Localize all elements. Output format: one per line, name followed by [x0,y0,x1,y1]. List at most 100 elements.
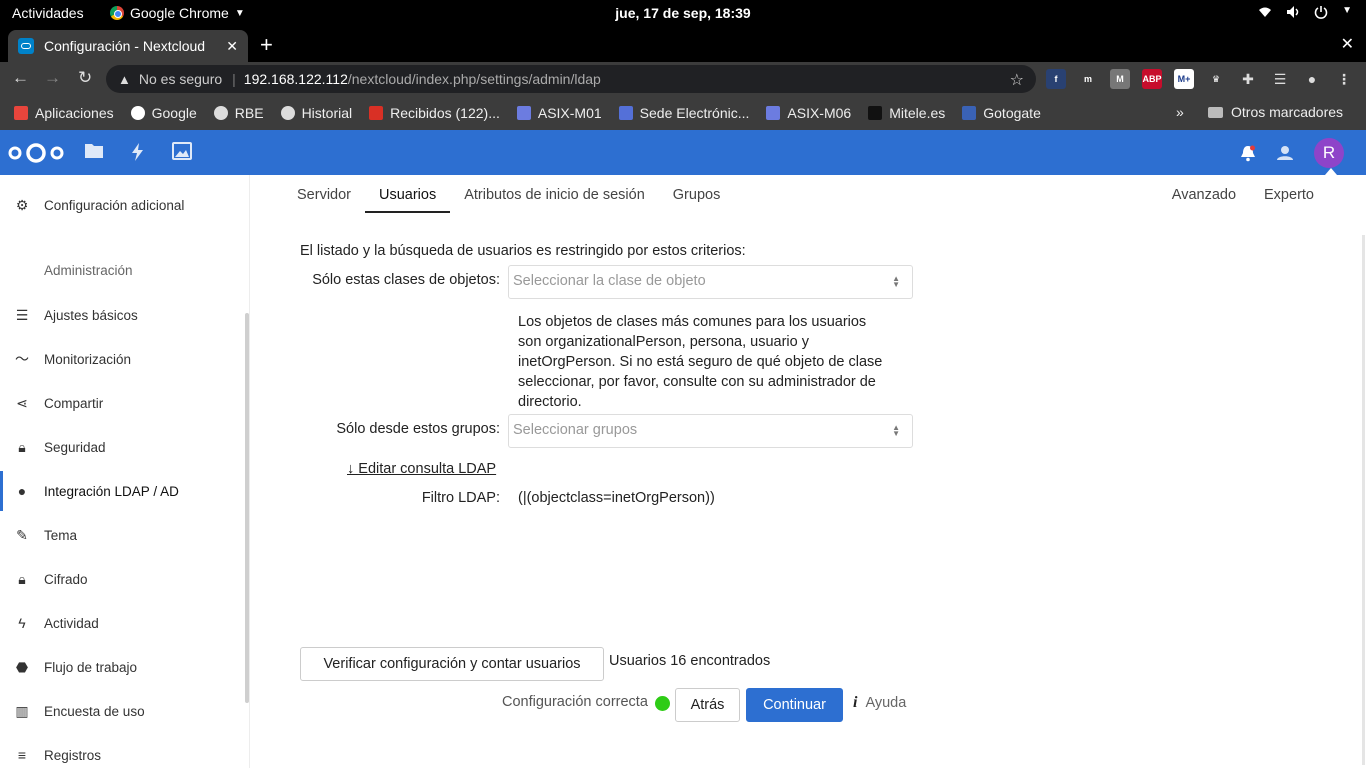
movistar-extension-icon[interactable]: M+ [1174,69,1194,89]
browser-tab[interactable]: Configuración - Nextcloud ✕ [8,30,248,62]
photos-icon[interactable] [172,142,192,160]
bookmark-item[interactable]: RBE [213,105,264,121]
reload-icon[interactable]: ↻ [78,68,92,88]
settings-sidebar: ⚙ Configuración adicional Administración… [0,175,250,768]
bookmark-item[interactable]: Gotogate [962,105,1041,121]
bookmark-item[interactable]: Sede Electrónic... [618,105,750,121]
wifi-icon [1259,7,1272,17]
forward-arrow-icon[interactable]: → [44,68,61,88]
sidebar-item[interactable]: 🔒︎ Cifrado [0,559,245,599]
google-icon [130,106,145,120]
tag-icon: ⬣ [15,658,29,675]
bookmark-star-icon[interactable]: ☆ [1010,70,1024,90]
sidebar-item[interactable]: ✎ Tema [0,515,245,555]
groups-select[interactable]: Seleccionar grupos ▲ ▼ [508,414,913,448]
verify-config-button[interactable]: Verificar configuración y contar usuario… [300,647,604,681]
browser-tab-strip: Configuración - Nextcloud ✕ + ✕ [0,28,1366,62]
help-link[interactable]: i Ayuda [853,694,906,712]
notifications-bell-icon[interactable] [1240,144,1256,162]
crown-extension-icon[interactable]: ♛ [1206,69,1226,89]
adblock-extension-icon[interactable]: ABP [1142,69,1162,89]
system-top-bar: Actividades Google Chrome ▼ jue, 17 de s… [0,0,1366,28]
sidebar-scrollbar[interactable] [245,313,249,703]
content-scrollbar[interactable] [1362,235,1365,765]
sidebar-item[interactable]: ▥ Encuesta de uso [0,691,245,731]
edit-ldap-query-link[interactable]: ↓ Editar consulta LDAP [347,461,496,477]
bookmark-item[interactable]: Recibidos (122)... [369,105,500,121]
moodle-icon [766,106,781,120]
profile-icon[interactable]: ● [1302,69,1322,89]
sidebar-item-label: Actividad [44,615,99,631]
files-folder-icon[interactable] [84,142,104,160]
sede-icon [618,106,633,120]
activity-bolt-icon[interactable] [130,142,146,162]
sidebar-item[interactable]: ⬣ Flujo de trabajo [0,647,245,687]
back-button[interactable]: Atrás [675,688,740,722]
system-tray[interactable]: ▼ [1258,5,1352,19]
bookmark-label: Historial [301,105,353,121]
object-classes-label: Sólo estas clases de objetos: [312,272,500,288]
other-bookmarks-folder[interactable]: Otros marcadores [1208,104,1343,120]
bolt-icon: ϟ [18,615,26,631]
groups-placeholder: Seleccionar grupos [513,422,638,438]
sidebar-item-label: Compartir [44,395,104,411]
bookmark-item[interactable]: ASIX-M06 [766,105,851,121]
sidebar-item[interactable]: ☰ Ajustes básicos [0,295,245,335]
sidebar-item-label: Encuesta de uso [44,703,145,719]
menu-caret-icon [1325,168,1337,175]
security-label[interactable]: No es seguro [139,71,222,87]
more-bookmarks-button[interactable]: » [1176,104,1184,120]
warning-icon[interactable]: ▲ [118,72,131,87]
sidebar-item[interactable]: ● Integración LDAP / AD [0,471,245,511]
bookmark-item[interactable]: Historial [280,105,353,121]
close-tab-icon[interactable]: ✕ [226,38,238,55]
nextcloud-logo-icon[interactable] [6,142,66,164]
ldap-mode-tab[interactable]: Avanzado [1172,187,1236,203]
ldap-tab[interactable]: Grupos [659,175,735,213]
bookmark-item[interactable]: Mitele.es [868,105,945,121]
globe-icon [280,106,295,120]
volume-icon [1287,6,1299,18]
back-arrow-icon[interactable]: ← [12,68,29,88]
sidebar-item[interactable]: 🔒︎ Seguridad [0,427,245,467]
object-class-placeholder: Seleccionar la clase de objeto [513,273,706,289]
contacts-icon[interactable] [1276,145,1294,161]
url-path: /nextcloud/index.php/settings/admin/ldap [347,71,601,87]
puzzle-icon[interactable]: ✚ [1238,69,1258,89]
media-icon[interactable]: ☰ [1270,69,1290,89]
moodle-icon [516,106,531,120]
bookmark-item[interactable]: Aplicaciones [14,105,114,121]
ldap-tab[interactable]: Usuarios [365,175,451,213]
object-class-select[interactable]: Seleccionar la clase de objeto ▲ ▼ [508,265,913,299]
avatar[interactable]: R [1314,138,1344,168]
clock[interactable]: jue, 17 de sep, 18:39 [0,5,1366,21]
ldap-mode-tabs: Avanzado Experto [1172,187,1314,203]
list-icon: ☰ [15,306,29,323]
bookmark-item[interactable]: Google [130,105,197,121]
ldap-filter-label: Filtro LDAP: [421,490,500,506]
m-ghost-extension-icon[interactable]: m [1078,69,1098,89]
close-window-icon[interactable]: ✕ [1341,34,1354,54]
ldap-tab[interactable]: Servidor [297,175,365,213]
address-bar[interactable]: ▲ No es seguro | 192.168.122.112 /nextcl… [106,65,1036,93]
menu-dots-icon[interactable]: ⋮ [1334,69,1354,89]
sidebar-item[interactable]: ≡ Registros [0,735,245,768]
new-tab-button[interactable]: + [260,32,273,58]
chevron-down-icon: ▼ [1342,5,1352,16]
select-arrows-icon: ▲ ▼ [892,274,900,289]
sidebar-item-additional-settings[interactable]: ⚙ Configuración adicional [0,185,245,225]
bookmark-item[interactable]: ASIX-M01 [516,105,602,121]
nextcloud-header: R [0,130,1366,175]
continue-button[interactable]: Continuar [746,688,843,722]
sidebar-item[interactable]: ⋖ Compartir [0,383,245,423]
sidebar-item[interactable]: ϟ Actividad [0,603,245,643]
ldap-tab[interactable]: Atributos de inicio de sesión [450,175,659,213]
bookmark-label: Mitele.es [889,105,946,121]
user-icon: ● [17,483,27,499]
bookmark-label: Sede Electrónic... [639,105,750,121]
sidebar-item[interactable]: 〜 Monitorización [0,339,245,379]
groups-label: Sólo desde estos grupos: [336,421,500,437]
m-grey-extension-icon[interactable]: M [1110,69,1130,89]
fedora-extension-icon[interactable]: f [1046,69,1066,89]
ldap-mode-tab[interactable]: Experto [1264,187,1314,203]
